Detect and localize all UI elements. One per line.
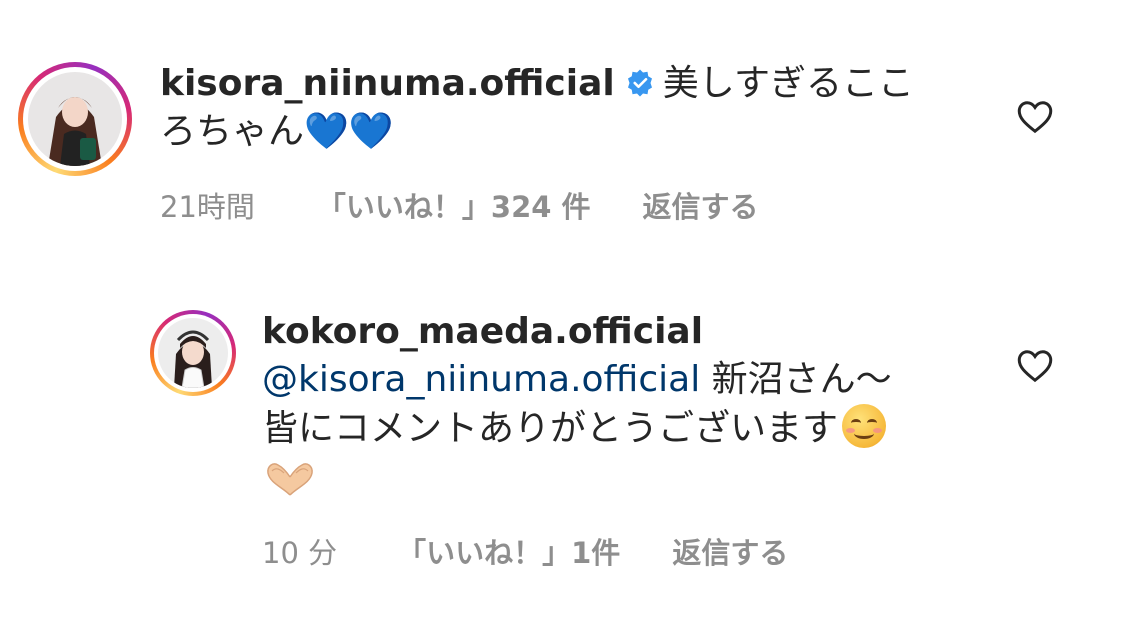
timestamp: 21時間 <box>160 190 255 224</box>
avatar-photo <box>158 318 228 388</box>
comment-kisora: kisora_niinuma.official 美しすぎるここ ろちゃん💙💙 2… <box>0 0 1124 260</box>
comment-text: kisora_niinuma.official 美しすぎるここ ろちゃん💙💙 <box>160 60 960 156</box>
comment-body-cont: 皆にコメントありがとうございます <box>262 408 839 449</box>
username[interactable]: kokoro_maeda.official <box>262 311 703 352</box>
comment-kokoro: kokoro_maeda.official @kisora_niinuma.of… <box>0 260 1124 630</box>
smiling-face-emoji <box>842 404 887 448</box>
avatar[interactable] <box>18 62 132 176</box>
heart-hands-emoji: 🫶 <box>262 457 313 496</box>
comment-meta: 21時間 「いいね！」324 件 返信する <box>160 184 759 226</box>
comment-body: 美しすぎるここ <box>662 63 915 104</box>
timestamp: 10 分 <box>262 536 338 570</box>
avatar-photo <box>28 72 122 166</box>
like-heart-icon[interactable] <box>1017 349 1053 383</box>
likes-count[interactable]: 「いいね！」1件 <box>397 530 620 572</box>
likes-count[interactable]: 「いいね！」324 件 <box>317 184 591 226</box>
verified-badge-icon <box>627 69 652 97</box>
comment-text: kokoro_maeda.official @kisora_niinuma.of… <box>262 308 982 501</box>
comment-meta: 10 分 「いいね！」1件 返信する <box>262 530 788 572</box>
username[interactable]: kisora_niinuma.official <box>160 63 615 104</box>
avatar[interactable] <box>150 310 236 396</box>
comment-body-cont: ろちゃん <box>160 111 305 152</box>
blue-heart-emoji: 💙💙 <box>304 111 394 152</box>
mention-link[interactable]: @kisora_niinuma.official <box>262 359 700 400</box>
reply-button[interactable]: 返信する <box>672 530 788 572</box>
svg-text:🫶: 🫶 <box>262 457 264 458</box>
like-heart-icon[interactable] <box>1017 100 1053 134</box>
reply-button[interactable]: 返信する <box>643 184 759 226</box>
comment-body: 新沼さん〜 <box>700 359 892 400</box>
